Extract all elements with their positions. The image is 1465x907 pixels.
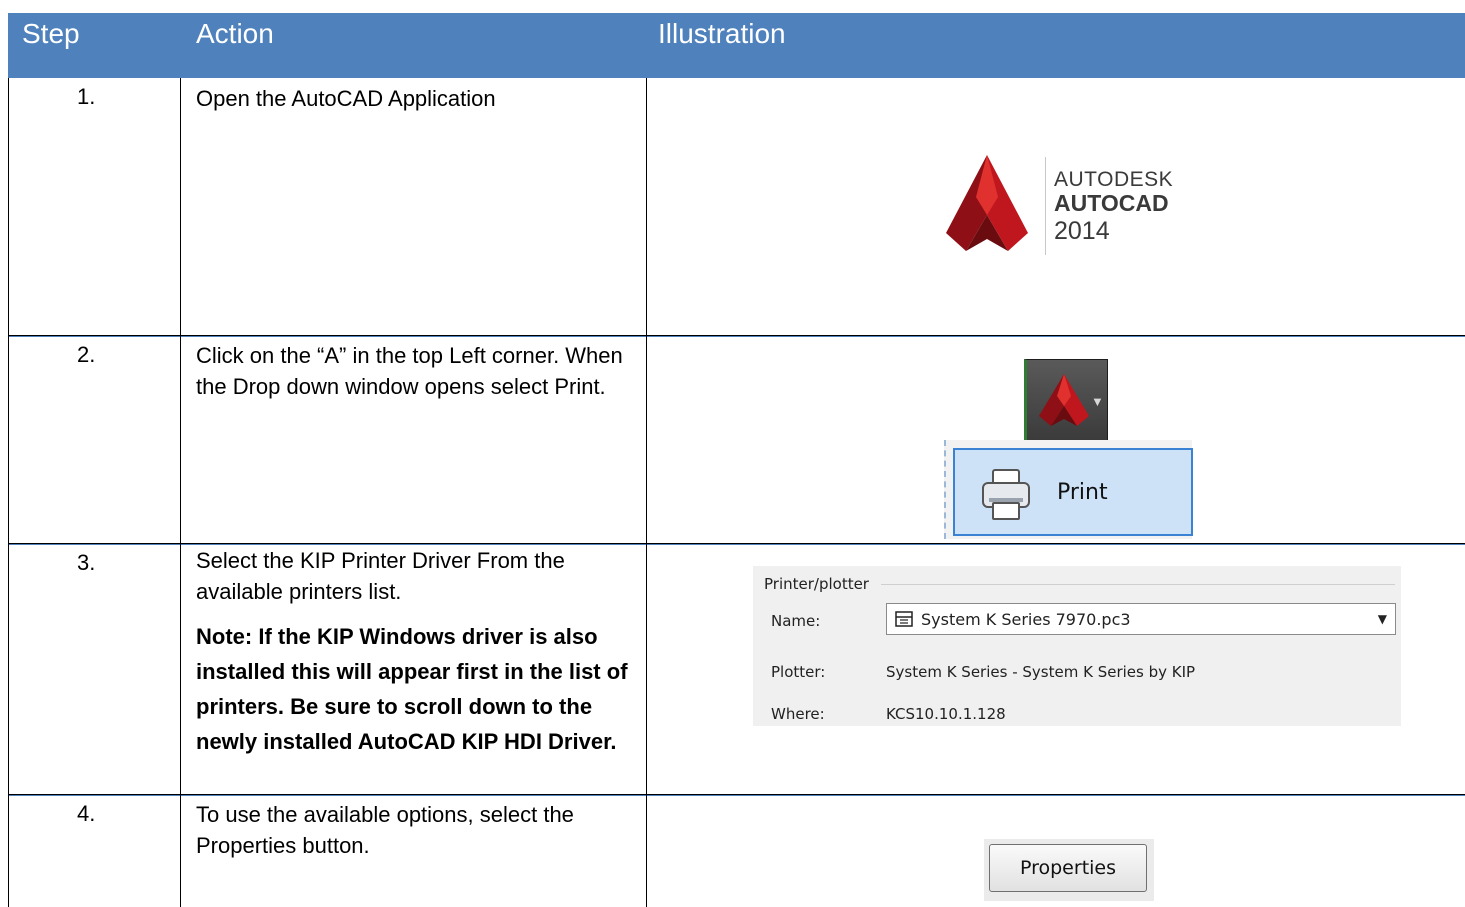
- action-text: Open the AutoCAD Application: [196, 86, 496, 111]
- panel-title: Printer/plotter: [764, 575, 869, 593]
- step-number: 4.: [77, 801, 96, 826]
- application-menu-button[interactable]: ▼: [1024, 359, 1108, 441]
- properties-button[interactable]: Properties: [989, 844, 1147, 892]
- print-label: Print: [1057, 480, 1108, 505]
- name-label: Name:: [771, 612, 821, 630]
- header-action: Action: [196, 18, 274, 49]
- column-divider: [646, 78, 647, 907]
- table-header: Step Action Illustration: [8, 13, 1465, 78]
- autocad-logo-icon: [946, 155, 1028, 251]
- autocad-logo: AUTODESK AUTOCAD 2014: [946, 155, 1186, 260]
- step-number: 2.: [77, 342, 96, 367]
- step-number: 3.: [77, 550, 96, 575]
- autocad-app-icon: [1039, 374, 1089, 426]
- action-text: Select the KIP Printer Driver From the a…: [196, 548, 565, 604]
- printer-plotter-panel: Printer/plotter Name: System K Series 79…: [753, 566, 1401, 726]
- logo-year: 2014: [1054, 217, 1110, 245]
- column-divider: [8, 78, 9, 907]
- application-dropdown-menu: Print: [944, 440, 1193, 539]
- chevron-down-icon: ▼: [1091, 394, 1104, 409]
- logo-autodesk: AUTODESK: [1054, 168, 1174, 191]
- plotter-value: System K Series - System K Series by KIP: [886, 663, 1196, 681]
- panel-rule: [881, 584, 1395, 585]
- print-menu-item[interactable]: Print: [953, 448, 1193, 536]
- instructions-table: Step Action Illustration: [8, 13, 1465, 907]
- row-divider: [8, 336, 1465, 337]
- column-divider: [180, 78, 181, 907]
- step-action: To use the available options, select the…: [196, 799, 636, 861]
- printer-name-value: System K Series 7970.pc3: [921, 610, 1131, 629]
- logo-autocad: AUTOCAD: [1054, 190, 1169, 216]
- where-value: KCS10.10.1.128: [886, 705, 1006, 723]
- step-number: 1.: [77, 84, 96, 109]
- step-action: Open the AutoCAD Application: [196, 83, 636, 114]
- printer-icon: [982, 469, 1030, 520]
- header-step: Step: [22, 18, 80, 49]
- chevron-down-icon: ▼: [1377, 612, 1387, 626]
- header-illustration: Illustration: [658, 18, 786, 49]
- plotter-icon: [895, 611, 913, 627]
- row-divider: [8, 795, 1465, 796]
- step-action: Click on the “A” in the top Left corner.…: [196, 340, 636, 402]
- logo-separator: [1045, 157, 1046, 255]
- where-label: Where:: [771, 705, 825, 723]
- step-action: Select the KIP Printer Driver From the a…: [196, 545, 636, 759]
- action-text: Click on the “A” in the top Left corner.…: [196, 343, 623, 399]
- properties-area: Properties: [984, 839, 1154, 901]
- printer-name-select[interactable]: System K Series 7970.pc3 ▼: [886, 603, 1396, 635]
- action-text: To use the available options, select the…: [196, 802, 574, 858]
- plotter-label: Plotter:: [771, 663, 826, 681]
- action-note: Note: If the KIP Windows driver is also …: [196, 624, 628, 754]
